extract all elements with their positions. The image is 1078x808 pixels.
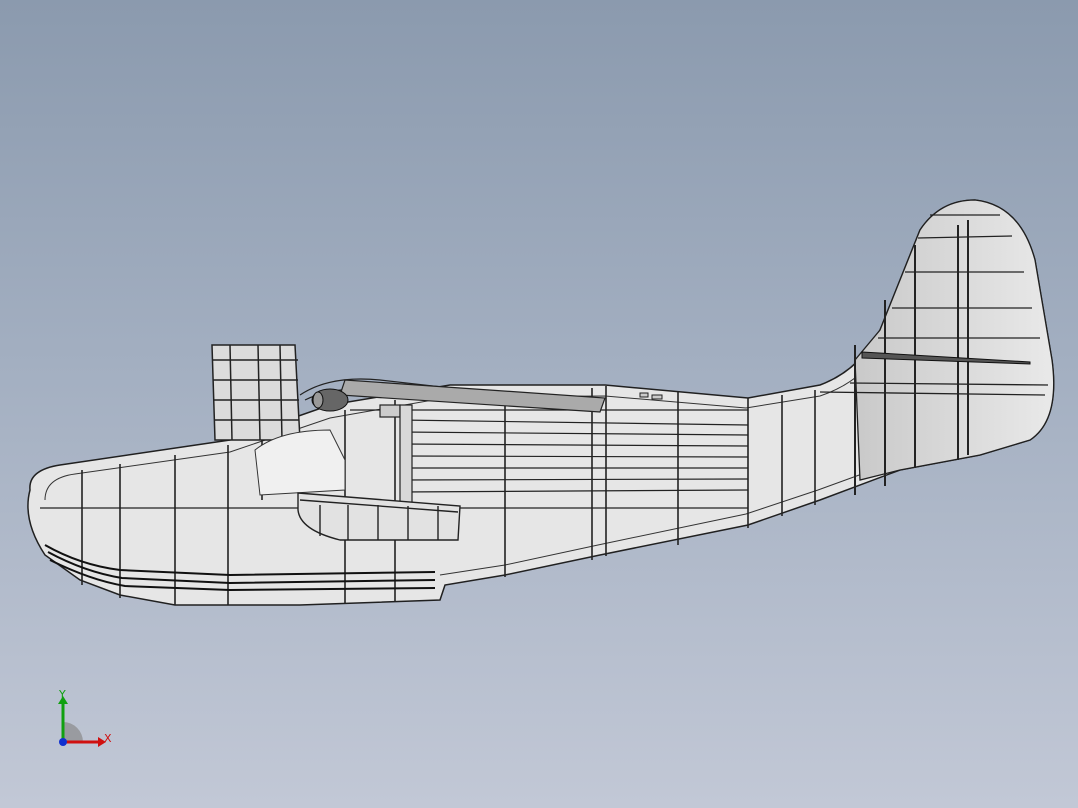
graphics-viewport[interactable]: X Y (0, 0, 1078, 808)
z-axis-dot (59, 738, 67, 746)
x-axis-label: X (104, 732, 112, 745)
seaplane-frame-model[interactable] (0, 0, 1078, 808)
cockpit-cage (211, 344, 301, 441)
triad-arc (63, 722, 83, 742)
engine-nacelle (311, 388, 349, 412)
y-axis-label: Y (59, 688, 66, 701)
coordinate-triad[interactable] (40, 682, 130, 762)
